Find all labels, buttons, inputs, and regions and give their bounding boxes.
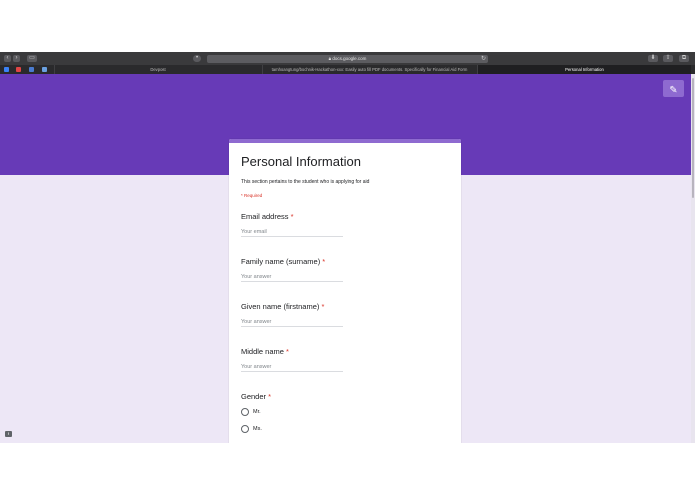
question-label-gender: Gender *: [241, 392, 272, 401]
radio-label: Ms.: [253, 426, 262, 432]
extension-icon[interactable]: •: [193, 55, 201, 62]
reload-icon[interactable]: ↻: [481, 55, 486, 63]
back-icon[interactable]: ‹: [4, 55, 11, 62]
scrollbar-thumb[interactable]: [692, 78, 694, 198]
download-icon[interactable]: ⬇: [648, 55, 658, 62]
required-note: * Required: [241, 193, 263, 198]
required-marker: *: [286, 347, 289, 356]
favorite-icon-3[interactable]: [29, 67, 34, 72]
browser-toolbar: ‹ › ▭ • 🔒︎ docs.google.com ↻ ⬇ ⇧ ⧉: [0, 52, 695, 65]
edit-form-button[interactable]: ✎: [663, 80, 684, 97]
tab-label: Personal Information: [565, 67, 604, 72]
tab-personal-information[interactable]: Personal Information: [477, 65, 691, 74]
tab-bar: Devpost tamhoangtung/bochnik-Hackathon-x…: [0, 65, 695, 74]
question-label-middle-name: Middle name *: [241, 347, 289, 356]
favorite-icon-2[interactable]: [16, 67, 21, 72]
form-description: This section pertains to the student who…: [241, 179, 370, 185]
required-marker: *: [268, 392, 272, 401]
url-text: docs.google.com: [332, 56, 367, 61]
page-scrollbar[interactable]: [691, 74, 695, 443]
tab-devpost[interactable]: Devpost: [54, 65, 261, 74]
sidebar-icon[interactable]: ▭: [27, 55, 37, 62]
given-name-field[interactable]: [241, 317, 343, 327]
screen: ‹ › ▭ • 🔒︎ docs.google.com ↻ ⬇ ⇧ ⧉ Devpo…: [0, 0, 695, 494]
address-bar[interactable]: 🔒︎ docs.google.com ↻: [207, 55, 488, 63]
email-field[interactable]: [241, 227, 343, 237]
form-card: Personal Information This section pertai…: [229, 139, 461, 443]
tab-label: tamhoangtung/bochnik-Hackathon-xxx: Easi…: [271, 67, 468, 72]
family-name-field[interactable]: [241, 272, 343, 282]
question-label-email: Email address *: [241, 212, 294, 221]
required-marker: *: [290, 212, 294, 221]
radio-label: Mr.: [253, 409, 261, 415]
radio-button[interactable]: [241, 408, 249, 416]
forward-icon[interactable]: ›: [13, 55, 20, 62]
share-icon[interactable]: ⇧: [663, 55, 673, 62]
required-marker: *: [321, 302, 325, 311]
required-marker: *: [322, 257, 326, 266]
question-label-family-name: Family name (surname) *: [241, 257, 326, 266]
edit-pencil-icon: ✎: [669, 85, 678, 96]
new-tab-icon[interactable]: ⧉: [679, 55, 689, 62]
middle-name-field[interactable]: [241, 362, 343, 372]
card-accent: [229, 139, 461, 143]
form-page: ✎ Personal Information This section pert…: [0, 74, 691, 443]
form-title: Personal Information: [241, 154, 361, 169]
tab-label: Devpost: [150, 67, 166, 72]
favorite-icon-1[interactable]: [4, 67, 9, 72]
feedback-icon[interactable]: !: [5, 431, 12, 437]
favorite-icon-4[interactable]: [42, 67, 47, 72]
tab-github[interactable]: tamhoangtung/bochnik-Hackathon-xxx: Easi…: [262, 65, 476, 74]
question-label-given-name: Given name (firstname) *: [241, 302, 325, 311]
browser-window: ‹ › ▭ • 🔒︎ docs.google.com ↻ ⬇ ⇧ ⧉ Devpo…: [0, 52, 695, 443]
lock-icon: 🔒︎: [328, 56, 332, 61]
radio-button[interactable]: [241, 425, 249, 433]
